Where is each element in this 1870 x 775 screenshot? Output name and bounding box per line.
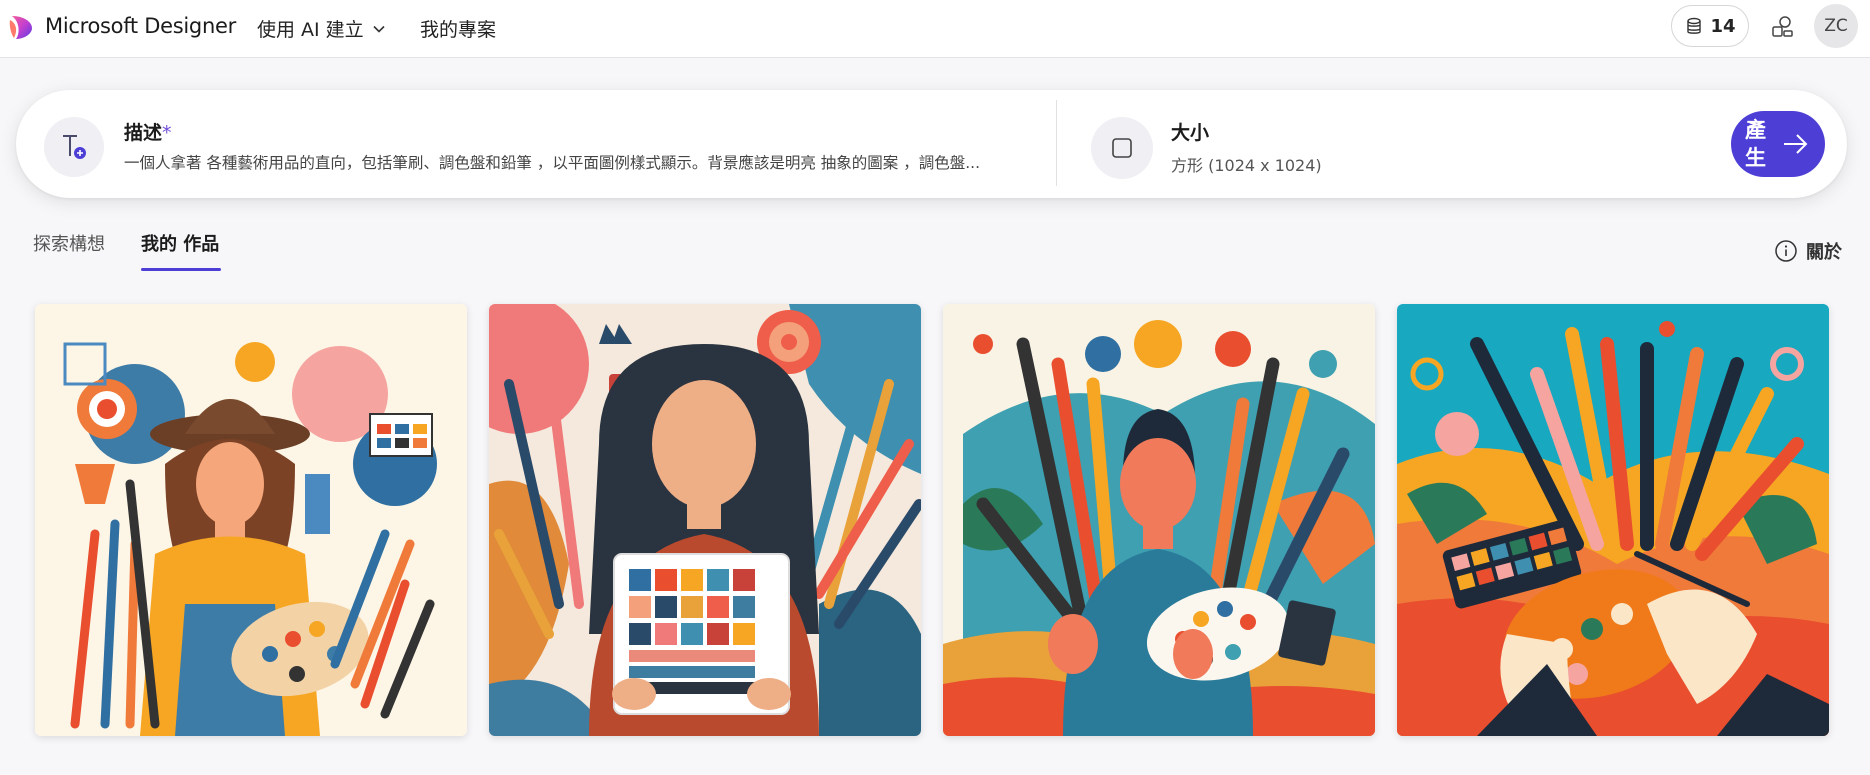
shapes-icon[interactable] bbox=[1768, 13, 1796, 41]
size-value[interactable]: 方形 (1024 x 1024) bbox=[1171, 152, 1322, 176]
about-label: 關於 bbox=[1806, 242, 1842, 263]
description-input[interactable]: 一個人拿著 各種藝術用品的直向，包括筆刷、調色盤和鉛筆 ，以平面圖例樣式顯示。背… bbox=[124, 151, 1024, 173]
generate-button[interactable]: 產生 bbox=[1731, 111, 1825, 177]
image-hands-palette bbox=[1397, 304, 1829, 736]
image-woman-hat-palette bbox=[35, 304, 467, 736]
credits-count: 14 bbox=[1710, 15, 1736, 37]
nav-create-with-ai[interactable]: 使用 AI 建立 bbox=[257, 15, 386, 42]
text-add-icon bbox=[63, 135, 86, 159]
top-bar: Microsoft Designer 使用 AI 建立 我的專案 14 ZC bbox=[0, 0, 1870, 58]
square-icon bbox=[1112, 138, 1132, 158]
prompt-divider bbox=[1056, 100, 1057, 186]
credits-button[interactable]: 14 bbox=[1671, 5, 1749, 47]
generated-image-2[interactable] bbox=[489, 304, 921, 736]
tab-explore-ideas[interactable]: 探索構想 bbox=[33, 230, 105, 256]
user-avatar[interactable]: ZC bbox=[1814, 4, 1858, 48]
designer-logo-icon[interactable] bbox=[8, 14, 34, 40]
prompt-card: 描述* 一個人拿著 各種藝術用品的直向，包括筆刷、調色盤和鉛筆 ，以平面圖例樣式… bbox=[16, 90, 1847, 198]
brand-name[interactable]: Microsoft Designer bbox=[45, 14, 236, 38]
description-title-text: 描述 bbox=[124, 122, 163, 144]
nav-my-projects[interactable]: 我的專案 bbox=[420, 15, 496, 42]
nav-create-label: 使用 AI 建立 bbox=[257, 19, 364, 41]
size-title: 大小 bbox=[1171, 122, 1210, 144]
required-mark: * bbox=[162, 122, 172, 144]
chevron-down-icon bbox=[373, 25, 385, 33]
generate-label: 產生 bbox=[1745, 118, 1766, 170]
about-button[interactable]: 關於 bbox=[1774, 238, 1842, 264]
arrow-right-icon bbox=[1784, 134, 1808, 154]
coins-icon bbox=[1687, 17, 1702, 34]
generated-image-1[interactable] bbox=[35, 304, 467, 736]
image-girl-color-chart bbox=[489, 304, 921, 736]
description-title: 描述* bbox=[124, 118, 172, 145]
active-tab-indicator bbox=[141, 268, 221, 271]
tab-my-creations[interactable]: 我的 作品 bbox=[141, 230, 219, 256]
description-icon-circle[interactable] bbox=[44, 117, 104, 177]
nav-projects-label: 我的專案 bbox=[420, 19, 497, 41]
info-icon bbox=[1775, 240, 1797, 262]
image-man-brushes-palette bbox=[943, 304, 1375, 736]
generated-image-4[interactable] bbox=[1397, 304, 1829, 736]
size-icon-circle[interactable] bbox=[1091, 117, 1153, 179]
generated-image-3[interactable] bbox=[943, 304, 1375, 736]
